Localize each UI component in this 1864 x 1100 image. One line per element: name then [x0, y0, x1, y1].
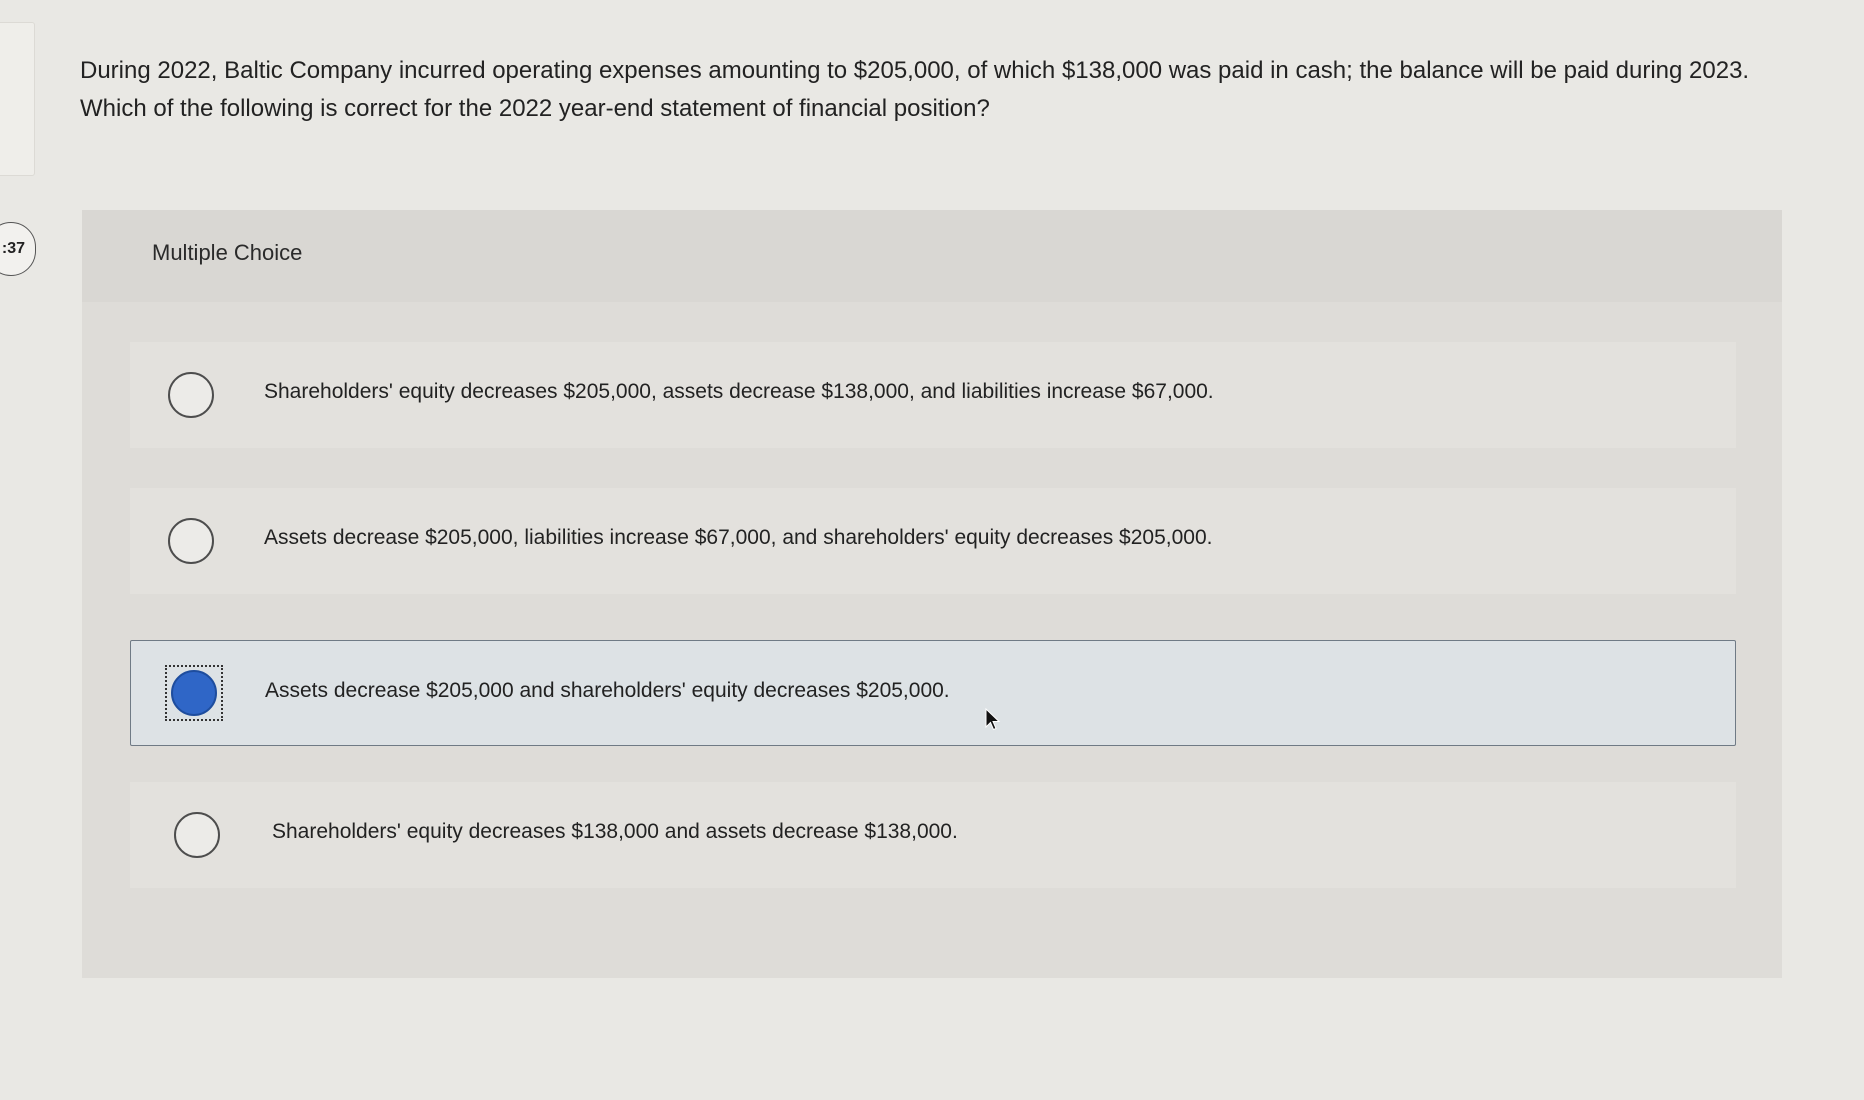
answer-option-1[interactable]: Shareholders' equity decreases $205,000,…	[130, 342, 1736, 448]
timer-badge: :37	[0, 222, 36, 276]
multiple-choice-header: Multiple Choice	[82, 210, 1782, 302]
answer-option-label: Shareholders' equity decreases $205,000,…	[264, 380, 1214, 403]
left-side-panel	[0, 22, 35, 176]
radio-button-unselected[interactable]	[168, 518, 214, 564]
answer-option-4[interactable]: Shareholders' equity decreases $138,000 …	[130, 782, 1736, 888]
radio-button-unselected[interactable]	[174, 812, 220, 858]
radio-button-unselected[interactable]	[168, 372, 214, 418]
answer-option-label: Shareholders' equity decreases $138,000 …	[272, 820, 958, 843]
multiple-choice-panel: Multiple Choice Shareholders' equity dec…	[82, 210, 1782, 978]
question-text: During 2022, Baltic Company incurred ope…	[80, 57, 1750, 122]
timer-text: :37	[1, 240, 25, 257]
mouse-pointer-icon	[985, 708, 1001, 731]
radio-selected-dot-icon	[171, 670, 217, 716]
multiple-choice-title: Multiple Choice	[152, 240, 303, 265]
answer-option-3-selected[interactable]: Assets decrease $205,000 and shareholder…	[130, 640, 1736, 746]
answer-option-label: Assets decrease $205,000 and shareholder…	[265, 679, 950, 702]
answer-option-2[interactable]: Assets decrease $205,000, liabilities in…	[130, 488, 1736, 594]
radio-button-selected[interactable]	[165, 665, 223, 721]
answer-option-label: Assets decrease $205,000, liabilities in…	[264, 526, 1213, 549]
